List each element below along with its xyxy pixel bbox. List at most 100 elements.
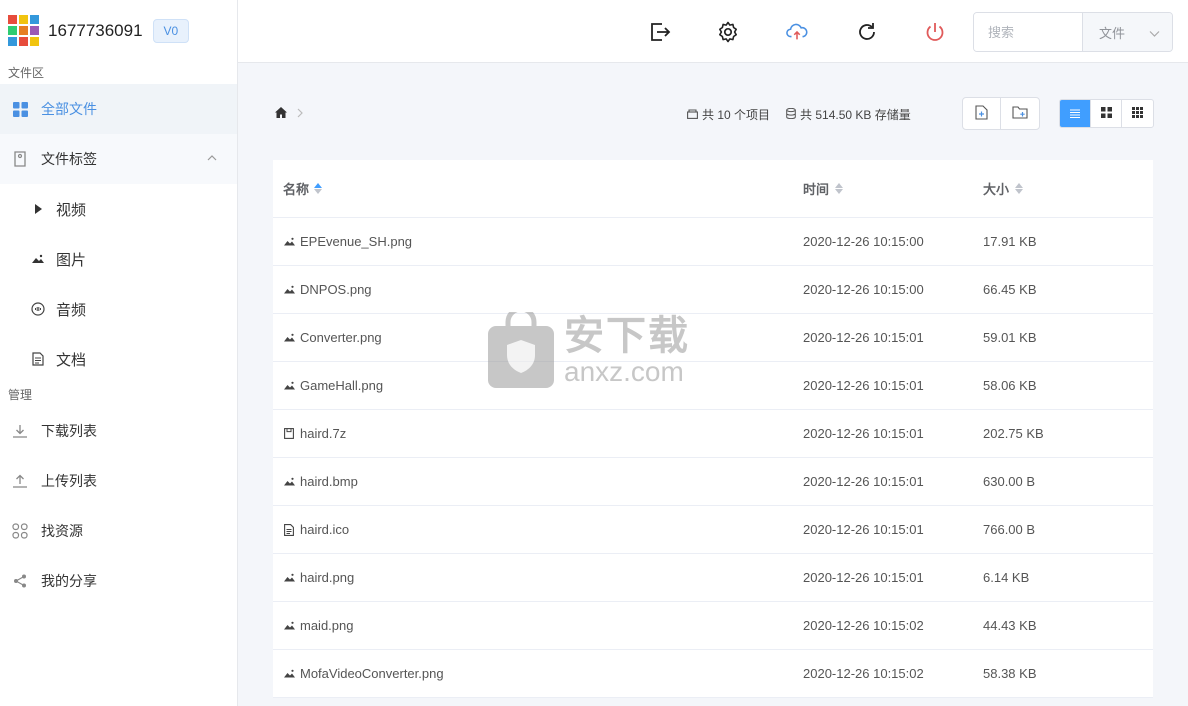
sidebar-item-label: 文档 [56,351,87,369]
column-label: 时间 [803,182,830,197]
image-icon [30,251,46,267]
cell-size: 58.38 KB [983,666,1037,681]
cell-name: Converter.png [273,330,803,345]
file-name: haird.7z [300,426,347,441]
sort-icon[interactable] [1015,183,1024,194]
settings-gear-icon[interactable] [717,21,739,43]
logout-icon[interactable] [649,21,671,43]
cell-time: 2020-12-26 10:15:01 [803,426,924,441]
cell-size: 66.45 KB [983,282,1037,297]
column-header-size[interactable]: 大小 [983,179,1153,198]
refresh-icon[interactable] [856,21,878,43]
table-row[interactable]: haird.ico 2020-12-26 10:15:01 766.00 B [273,506,1153,554]
cell-name: maid.png [273,618,803,633]
grid-small-icon [1132,106,1143,121]
breadcrumb [275,106,303,121]
cell-name: EPEvenue_SH.png [273,234,803,249]
sidebar-item-find-resources[interactable]: 找资源 [0,506,237,556]
view-list-button[interactable] [1060,100,1091,127]
cell-size: 766.00 B [983,522,1036,537]
cell-size: 202.75 KB [983,426,1044,441]
cell-time: 2020-12-26 10:15:00 [803,234,924,249]
brand: 1677736091 V0 [0,0,237,62]
vip-level-badge[interactable]: V0 [152,19,190,43]
download-icon [12,423,28,439]
database-icon [786,107,796,122]
power-icon[interactable] [924,21,946,43]
sidebar-item-download-list[interactable]: 下载列表 [0,406,237,456]
file-name: GameHall.png [300,378,384,393]
file-icon [283,523,295,536]
sidebar-item-images[interactable]: 图片 [0,234,237,284]
sidebar-item-label: 下载列表 [41,423,97,439]
new-file-button[interactable] [963,98,1001,129]
sort-icon[interactable] [835,183,844,194]
table-row[interactable]: haird.bmp 2020-12-26 10:15:01 630.00 B [273,458,1153,506]
file-name: haird.png [300,570,355,585]
sidebar-item-documents[interactable]: 文档 [0,334,237,384]
sidebar-item-label: 上传列表 [41,473,97,489]
section-label-manage: 管理 [8,388,33,402]
image-icon [283,236,295,248]
table-row[interactable]: haird.7z 2020-12-26 10:15:01 202.75 KB [273,410,1153,458]
search-input[interactable] [974,13,1082,51]
sidebar-item-label: 我的分享 [41,573,97,589]
column-header-name[interactable]: 名称 [273,179,803,198]
cell-time: 2020-12-26 10:15:00 [803,282,924,297]
archive-icon [283,428,295,440]
new-folder-button[interactable] [1001,98,1039,129]
new-folder-icon [1012,105,1028,122]
home-icon[interactable] [275,106,287,121]
view-mode-toggle [1059,99,1154,128]
image-icon [283,476,295,488]
sidebar: 1677736091 V0 文件区 全部文件 文件标签 视频 图片 音频 文档 … [0,0,238,706]
search-scope-select[interactable]: 文件 [1082,13,1172,51]
column-label: 大小 [983,182,1010,197]
cell-name: DNPOS.png [273,282,803,297]
cell-time: 2020-12-26 10:15:01 [803,378,924,393]
sidebar-item-video[interactable]: 视频 [0,184,237,234]
sidebar-item-all-files[interactable]: 全部文件 [0,84,237,134]
view-small-grid-button[interactable] [1122,100,1153,127]
column-header-time[interactable]: 时间 [803,179,983,198]
image-icon [283,332,295,344]
sidebar-item-upload-list[interactable]: 上传列表 [0,456,237,506]
table-row[interactable]: Converter.png 2020-12-26 10:15:01 59.01 KB [273,314,1153,362]
cell-name: MofaVideoConverter.png [273,666,803,681]
grid-large-icon [1100,106,1112,121]
file-name: DNPOS.png [300,282,372,297]
cell-size: 44.43 KB [983,618,1037,633]
table-row[interactable]: GameHall.png 2020-12-26 10:15:01 58.06 KB [273,362,1153,410]
cell-size: 17.91 KB [983,234,1037,249]
table-row[interactable]: DNPOS.png 2020-12-26 10:15:00 66.45 KB [273,266,1153,314]
section-label-files: 文件区 [8,66,45,80]
chevron-down-icon [1149,26,1160,41]
table-row[interactable]: EPEvenue_SH.png 2020-12-26 10:15:00 17.91 … [273,218,1153,266]
table-row[interactable]: haird.png 2020-12-26 10:15:01 6.14 KB [273,554,1153,602]
sort-ascending-icon[interactable] [314,183,323,194]
cell-time: 2020-12-26 10:15:01 [803,522,924,537]
image-icon [283,668,295,680]
sidebar-item-my-shares[interactable]: 我的分享 [0,556,237,606]
sidebar-item-audio[interactable]: 音频 [0,284,237,334]
cell-name: haird.7z [273,426,803,441]
sidebar-item-label: 找资源 [41,523,83,539]
file-table: 名称 时间 大小 EPEvenue_SH.png 2020-12-26 10:15… [273,160,1153,698]
cell-name: GameHall.png [273,378,803,393]
audio-icon [30,301,46,317]
view-grid-button[interactable] [1091,100,1122,127]
file-name: Converter.png [300,330,382,345]
table-row[interactable]: MofaVideoConverter.png 2020-12-26 10:15:0… [273,650,1153,698]
file-name: EPEvenue_SH.png [300,234,413,249]
cloud-upload-icon[interactable] [786,21,808,43]
image-icon [283,284,295,296]
item-count: 共 10 个项目 [702,108,771,122]
sidebar-item-file-tags[interactable]: 文件标签 [0,134,237,184]
file-name: haird.ico [300,522,350,537]
cell-time: 2020-12-26 10:15:01 [803,570,924,585]
cell-size: 59.01 KB [983,330,1037,345]
cell-name: haird.bmp [273,474,803,489]
file-name: MofaVideoConverter.png [300,666,444,681]
box-icon [687,108,698,122]
table-row[interactable]: maid.png 2020-12-26 10:15:02 44.43 KB [273,602,1153,650]
